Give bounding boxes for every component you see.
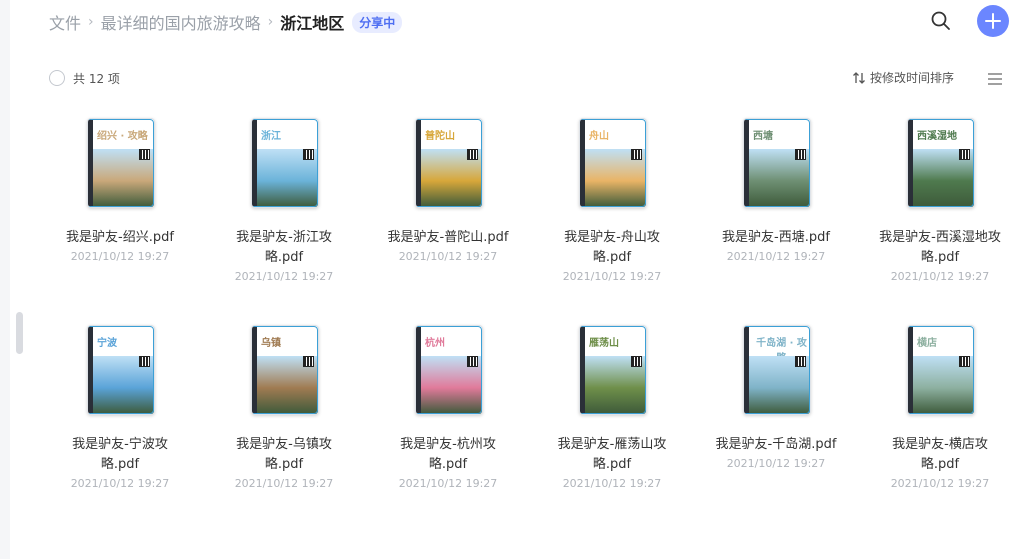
share-status-badge: 分享中 [352, 11, 403, 33]
qr-code-icon [631, 149, 642, 160]
qr-code-icon [139, 149, 150, 160]
pdf-thumbnail[interactable]: 横店 [907, 325, 975, 415]
pdf-thumbnail[interactable]: 舟山 [579, 118, 647, 208]
file-name[interactable]: 我是驴友-千岛湖.pdf [711, 435, 841, 455]
file-date: 2021/10/12 19:27 [234, 270, 334, 283]
cover-title: 西塘 [753, 131, 773, 142]
file-name[interactable]: 我是驴友-绍兴.pdf [55, 228, 185, 248]
file-name[interactable]: 我是驴友-横店攻略.pdf [875, 435, 1005, 475]
file-date: 2021/10/12 19:27 [726, 457, 826, 470]
file-date: 2021/10/12 19:27 [70, 250, 170, 263]
file-date: 2021/10/12 19:27 [726, 250, 826, 263]
qr-code-icon [467, 356, 478, 367]
qr-code-icon [631, 356, 642, 367]
qr-code-icon [795, 149, 806, 160]
qr-code-icon [303, 356, 314, 367]
file-name[interactable]: 我是驴友-乌镇攻略.pdf [219, 435, 349, 475]
qr-code-icon [959, 149, 970, 160]
file-date: 2021/10/12 19:27 [562, 270, 662, 283]
pdf-thumbnail[interactable]: 宁波 [87, 325, 155, 415]
pdf-thumbnail[interactable]: 西溪湿地 [907, 118, 975, 208]
file-date: 2021/10/12 19:27 [398, 477, 498, 490]
pdf-thumbnail[interactable]: 绍兴 · 攻略 [87, 118, 155, 208]
breadcrumb-current: 浙江地区 [280, 14, 345, 33]
file-date: 2021/10/12 19:27 [562, 477, 662, 490]
qr-code-icon [303, 149, 314, 160]
qr-code-icon [795, 356, 806, 367]
pdf-thumbnail[interactable]: 乌镇 [251, 325, 319, 415]
file-name[interactable]: 我是驴友-杭州攻略.pdf [383, 435, 513, 475]
pdf-thumbnail[interactable]: 千岛湖 · 攻略 [743, 325, 811, 415]
search-button[interactable] [929, 9, 953, 33]
file-date: 2021/10/12 19:27 [70, 477, 170, 490]
sort-arrows-icon [853, 71, 865, 84]
cover-title: 宁波 [97, 338, 117, 349]
qr-code-icon [467, 149, 478, 160]
search-icon [931, 11, 950, 30]
select-all-checkbox[interactable] [49, 70, 65, 86]
plus-icon [985, 13, 1001, 29]
item-count: 共 12 项 [73, 72, 120, 86]
cover-title: 横店 [917, 338, 937, 349]
resize-handle[interactable] [16, 312, 23, 354]
pdf-thumbnail[interactable]: 杭州 [415, 325, 483, 415]
file-name[interactable]: 我是驴友-普陀山.pdf [383, 228, 513, 248]
pdf-thumbnail[interactable]: 浙江 [251, 118, 319, 208]
breadcrumb-root[interactable]: 文件 [49, 10, 81, 34]
add-button[interactable] [977, 5, 1009, 37]
sort-button[interactable]: 按修改时间排序 [852, 69, 954, 86]
file-date: 2021/10/12 19:27 [890, 270, 990, 283]
pdf-thumbnail[interactable]: 普陀山 [415, 118, 483, 208]
cover-title: 西溪湿地 [917, 131, 957, 142]
file-name[interactable]: 我是驴友-雁荡山攻略.pdf [547, 435, 677, 475]
qr-code-icon [959, 356, 970, 367]
cover-title: 雁荡山 [589, 338, 619, 349]
file-name[interactable]: 我是驴友-西溪湿地攻略.pdf [875, 228, 1005, 268]
breadcrumb-parent[interactable]: 最详细的国内旅游攻略 [101, 10, 261, 34]
file-name[interactable]: 我是驴友-西塘.pdf [711, 228, 841, 248]
pdf-thumbnail[interactable]: 雁荡山 [579, 325, 647, 415]
cover-title: 普陀山 [425, 131, 455, 142]
file-date: 2021/10/12 19:27 [890, 477, 990, 490]
cover-title: 浙江 [261, 131, 281, 142]
cover-title: 舟山 [589, 131, 609, 142]
qr-code-icon [139, 356, 150, 367]
cover-title: 杭州 [425, 338, 445, 349]
chevron-right-icon: › [267, 14, 274, 30]
pdf-thumbnail[interactable]: 西塘 [743, 118, 811, 208]
cover-title: 绍兴 · 攻略 [97, 131, 148, 142]
chevron-right-icon: › [88, 14, 94, 30]
cover-title: 乌镇 [261, 338, 281, 349]
sort-label: 按修改时间排序 [870, 71, 955, 85]
file-name[interactable]: 我是驴友-浙江攻略.pdf [219, 228, 349, 268]
file-name[interactable]: 我是驴友-宁波攻略.pdf [55, 435, 185, 475]
file-date: 2021/10/12 19:27 [234, 477, 334, 490]
list-view-button[interactable] [987, 71, 1003, 90]
toolbar: 共 12 项 按修改时间排序 [49, 69, 1009, 89]
list-view-icon [988, 73, 1002, 85]
file-date: 2021/10/12 19:27 [398, 250, 498, 263]
breadcrumb: 文件 › 最详细的国内旅游攻略 › 浙江地区 分享中 [49, 9, 403, 35]
left-rail [0, 0, 10, 559]
file-name[interactable]: 我是驴友-舟山攻略.pdf [547, 228, 677, 268]
